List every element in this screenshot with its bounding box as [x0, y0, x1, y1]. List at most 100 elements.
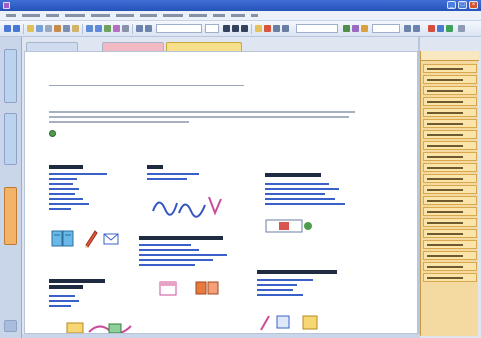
page-tab[interactable]: [423, 97, 477, 106]
menu-item-view[interactable]: [46, 14, 59, 17]
link-col2b[interactable]: [139, 254, 227, 256]
menu-item-edit[interactable]: [22, 14, 40, 17]
italic-icon[interactable]: [232, 25, 239, 32]
link-col2b[interactable]: [139, 264, 195, 266]
blue-pen-icon[interactable]: [437, 25, 444, 32]
menu-item-tools[interactable]: [116, 14, 134, 17]
print-icon[interactable]: [45, 25, 52, 32]
link-col2[interactable]: [147, 173, 199, 175]
menu-item-help[interactable]: [213, 14, 225, 17]
nav-notebook-1[interactable]: [4, 49, 17, 103]
menu-item-window[interactable]: [189, 14, 207, 17]
star-icon[interactable]: [361, 25, 368, 32]
link-col3[interactable]: [265, 188, 339, 190]
close-button[interactable]: ×: [469, 1, 478, 9]
underline-icon[interactable]: [241, 25, 248, 32]
menu-item-table[interactable]: [140, 14, 157, 17]
font-size-select[interactable]: [205, 24, 219, 33]
zoom-select[interactable]: [372, 24, 400, 33]
toolbar-overflow-icon[interactable]: [458, 25, 465, 32]
tab-section-1[interactable]: [26, 42, 78, 51]
eraser-icon[interactable]: [122, 25, 129, 32]
page-tab[interactable]: [423, 174, 477, 183]
menu-item-file[interactable]: [6, 14, 16, 17]
menu-item-share[interactable]: [163, 14, 183, 17]
page-tab[interactable]: [423, 163, 477, 172]
green-pen-icon[interactable]: [446, 25, 453, 32]
forward-icon[interactable]: [13, 25, 20, 32]
link-col2b[interactable]: [139, 244, 191, 246]
tag-icon[interactable]: [343, 25, 350, 32]
page-tab[interactable]: [423, 119, 477, 128]
nav-notebook-3-active[interactable]: [4, 187, 17, 245]
back-icon[interactable]: [4, 25, 11, 32]
link-col3[interactable]: [265, 203, 345, 205]
link-col1[interactable]: [49, 193, 75, 195]
link-col1[interactable]: [49, 203, 89, 205]
minimize-button[interactable]: _: [447, 1, 456, 9]
font-select[interactable]: [156, 24, 202, 33]
menu-item-format[interactable]: [91, 14, 110, 17]
link-col1[interactable]: [49, 183, 73, 185]
link-col3[interactable]: [265, 193, 325, 195]
copy-icon[interactable]: [63, 25, 70, 32]
link-col2b[interactable]: [139, 259, 213, 261]
maximize-button[interactable]: □: [458, 1, 467, 9]
page-tab[interactable]: [423, 108, 477, 117]
tab-section-2[interactable]: [102, 42, 164, 51]
highlight-color-icon[interactable]: [255, 25, 262, 32]
page-tab[interactable]: [423, 229, 477, 238]
red-pen-icon[interactable]: [428, 25, 435, 32]
space-icon[interactable]: [145, 25, 152, 32]
note-page[interactable]: [24, 51, 418, 334]
link-col3[interactable]: [265, 183, 329, 185]
link-col2b[interactable]: [139, 249, 199, 251]
page-tab[interactable]: [423, 207, 477, 216]
page-tab[interactable]: [423, 64, 477, 73]
new-page-icon[interactable]: [27, 25, 34, 32]
redo-icon[interactable]: [95, 25, 102, 32]
page-tab[interactable]: [423, 273, 477, 282]
menu-item-extra1[interactable]: [231, 14, 245, 17]
pen-icon[interactable]: [104, 25, 111, 32]
link-col1b[interactable]: [49, 295, 75, 297]
page-tab[interactable]: [423, 240, 477, 249]
page-tab[interactable]: [423, 86, 477, 95]
select-icon[interactable]: [136, 25, 143, 32]
link-col1b[interactable]: [49, 300, 79, 302]
style-select[interactable]: [296, 24, 338, 33]
page-tab[interactable]: [423, 185, 477, 194]
link-col3b[interactable]: [257, 279, 313, 281]
save-icon[interactable]: [36, 25, 43, 32]
menu-item-extra2[interactable]: [251, 14, 258, 17]
page-tab[interactable]: [423, 262, 477, 271]
link-col1[interactable]: [49, 173, 107, 175]
link-col3[interactable]: [265, 198, 335, 200]
paste-icon[interactable]: [72, 25, 79, 32]
menu-item-insert[interactable]: [65, 14, 85, 17]
search-icon[interactable]: [404, 25, 411, 32]
cut-icon[interactable]: [54, 25, 61, 32]
page-tab[interactable]: [423, 218, 477, 227]
link-col1[interactable]: [49, 178, 77, 180]
page-tab[interactable]: [423, 196, 477, 205]
link-col1[interactable]: [49, 208, 71, 210]
bullets-icon[interactable]: [273, 25, 280, 32]
link-col3b[interactable]: [257, 289, 293, 291]
nav-notebook-2[interactable]: [4, 113, 17, 165]
bold-icon[interactable]: [223, 25, 230, 32]
page-tab[interactable]: [423, 75, 477, 84]
options-icon[interactable]: [413, 25, 420, 32]
font-color-icon[interactable]: [264, 25, 271, 32]
page-tab[interactable]: [423, 130, 477, 139]
link-col3b[interactable]: [257, 284, 297, 286]
page-tab[interactable]: [423, 152, 477, 161]
undo-icon[interactable]: [86, 25, 93, 32]
link-col3b[interactable]: [257, 294, 303, 296]
tab-section-3-active[interactable]: [166, 42, 242, 51]
numbering-icon[interactable]: [282, 25, 289, 32]
link-col1[interactable]: [49, 188, 79, 190]
highlighter-icon[interactable]: [113, 25, 120, 32]
flag-icon[interactable]: [352, 25, 359, 32]
page-tab[interactable]: [423, 141, 477, 150]
